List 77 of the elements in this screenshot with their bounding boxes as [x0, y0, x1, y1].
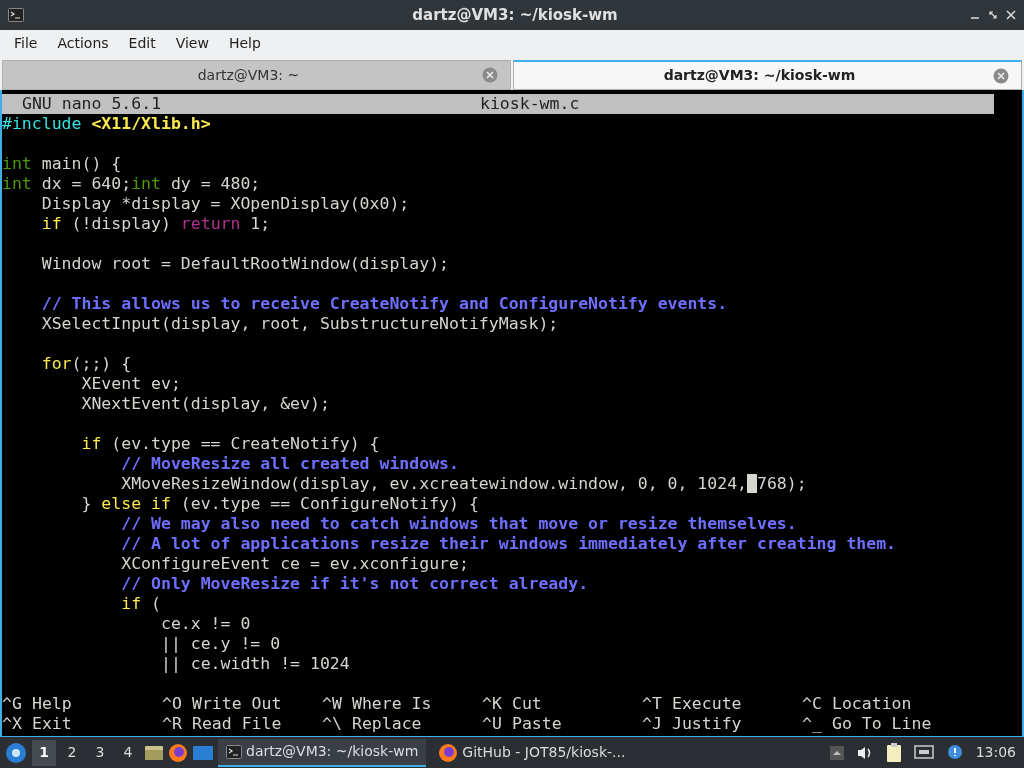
menu-item[interactable]: View [165, 32, 219, 54]
shortcut-key: ^T [642, 694, 672, 714]
shortcut-key: ^X [2, 714, 32, 734]
shortcut-label: Replace [352, 714, 422, 734]
code-line: #include <X11/Xlib.h> [2, 114, 211, 134]
browser-icon[interactable] [168, 742, 188, 763]
code-line: XEvent ev; [80, 374, 181, 394]
shortcut-label: Write Out [192, 694, 282, 714]
code-line: for(;;) { [40, 354, 132, 374]
code-line: XSelectInput(display, root, SubstructureNotifyMask); [40, 314, 559, 334]
shortcut-key: ^W [322, 694, 352, 714]
shortcut-key: ^J [642, 714, 672, 734]
code-line: Display *display = XOpenDisplay(0x0); [40, 194, 410, 214]
shortcut-label: Cut [512, 694, 542, 714]
folder-icon[interactable] [144, 743, 164, 762]
clock: 13:06 [975, 743, 1016, 762]
start-menu-icon[interactable] [4, 740, 28, 765]
menu-item[interactable]: File [4, 32, 48, 54]
code-line: XConfigureEvent ce = ev.xconfigure; [120, 554, 469, 574]
shortcut-label: Help [32, 694, 72, 714]
shortcut-label: Justify [672, 714, 742, 734]
notification-icon[interactable] [945, 743, 964, 762]
shortcut-key: ^R [162, 714, 192, 734]
shortcut-key: ^\ [322, 714, 352, 734]
code-line: || ce.y != 0 [159, 634, 281, 654]
shortcut-key: ^O [162, 694, 192, 714]
terminal-icon [8, 8, 24, 22]
network-icon[interactable] [913, 744, 934, 761]
shortcut-label: Read File [192, 714, 282, 734]
window-icon[interactable] [192, 743, 214, 762]
shortcut-key: ^_ [802, 714, 832, 734]
desktop-switch[interactable]: 4 [116, 739, 140, 766]
close-icon[interactable] [1006, 10, 1016, 20]
code-line: int main() { [2, 154, 122, 174]
clipboard-icon[interactable] [885, 742, 902, 763]
shortcut-label: Go To Line [832, 714, 932, 734]
code-line: // A lot of applications resize their windows immediately after creating them. [120, 534, 897, 554]
code-line: if ( [120, 594, 161, 614]
shortcut-key: ^U [482, 714, 512, 734]
desktop-switch[interactable]: 1 [32, 739, 56, 766]
shortcut-label: Paste [512, 714, 562, 734]
terminal-icon [226, 744, 242, 759]
shortcut-key: ^K [482, 694, 512, 714]
code-line: } else if (ev.type == ConfigureNotify) { [80, 494, 479, 514]
code-line: // MoveResize all created windows. [120, 454, 459, 474]
menu-item[interactable]: Actions [47, 32, 119, 54]
terminal-tab[interactable]: dartz@VM3: ~/kiosk-wm [513, 60, 1022, 90]
browser-icon [438, 742, 459, 763]
taskbar-task[interactable]: GitHub - JOT85/kiosk-... [430, 738, 634, 767]
shortcut-key: ^G [2, 694, 32, 714]
file-name: kiosk-wm.c [480, 94, 580, 114]
code-line: || ce.width != 1024 [159, 654, 350, 674]
shortcut-label: Exit [32, 714, 72, 734]
desktop-switch[interactable]: 2 [60, 739, 84, 766]
code-line: // This allows us to receive CreateNotify and ConfigureNotify events. [40, 294, 728, 314]
taskbar-task[interactable]: dartz@VM3: ~/kiosk-wm [218, 738, 427, 767]
code-line: if (ev.type == CreateNotify) { [80, 434, 380, 454]
desktop-switch[interactable]: 3 [88, 739, 112, 766]
terminal-tab[interactable]: dartz@VM3: ~ [2, 60, 511, 90]
shortcut-label: Location [832, 694, 912, 714]
shortcut-label: Execute [672, 694, 742, 714]
code-line: Window root = DefaultRootWindow(display); [40, 254, 450, 274]
window-title: dartz@VM3: ~/kiosk-wm [412, 4, 618, 26]
code-line: if (!display) return 1; [40, 214, 271, 234]
code-line: ce.x != 0 [159, 614, 251, 634]
menu-item[interactable]: Help [218, 32, 271, 54]
code-line: XMoveResizeWindow(display, ev.xcreatewindow.window, 0, 0, 1024, 768); [120, 474, 807, 494]
code-line: int dx = 640;int dy = 480; [2, 174, 261, 194]
maximize-icon[interactable] [988, 10, 998, 20]
shortcut-label: Where Is [352, 694, 432, 714]
code-line: // We may also need to catch windows that move or resize themselves. [120, 514, 797, 534]
code-line: XNextEvent(display, &ev); [80, 394, 330, 414]
nano-version: GNU nano 5.6.1 [21, 94, 162, 114]
code-line: // Only MoveResize if it's not correct already. [120, 574, 589, 594]
shortcut-key: ^C [802, 694, 832, 714]
menu-item[interactable]: Edit [118, 32, 166, 54]
caret-icon[interactable] [829, 745, 844, 760]
